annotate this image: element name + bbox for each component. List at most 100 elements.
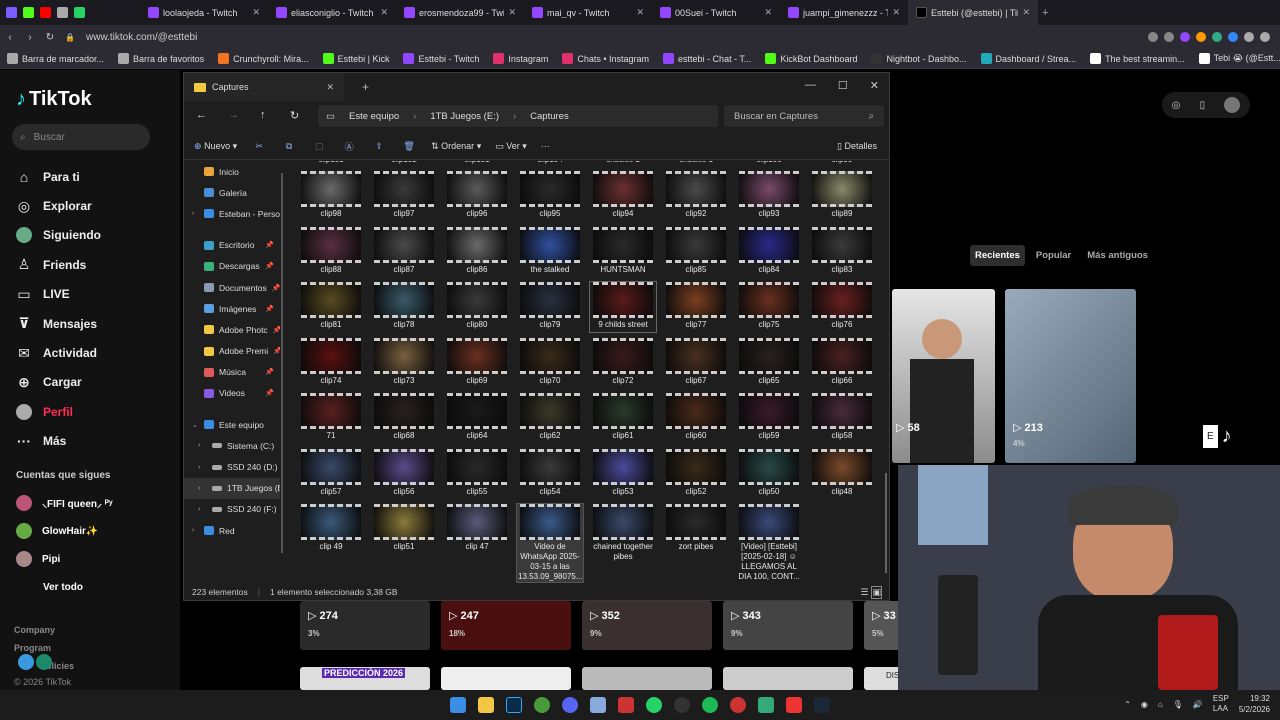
cut-icon[interactable]: ✂: [251, 141, 267, 152]
file-item[interactable]: clip69: [444, 337, 510, 388]
minimize-icon[interactable]: —: [805, 79, 816, 92]
widget-icon[interactable]: [36, 654, 52, 670]
bookmark[interactable]: Crunchyroll: Mira...: [211, 53, 316, 64]
bookmark[interactable]: Tebi 😭 (@Estt...: [1192, 53, 1280, 64]
bookmark[interactable]: Esttebi - Twitch: [396, 53, 486, 64]
extension-icon[interactable]: [1148, 32, 1158, 42]
close-tab-icon[interactable]: ✕: [326, 82, 334, 93]
file-item[interactable]: clip55: [444, 448, 510, 499]
photoshop-icon[interactable]: [506, 697, 522, 713]
video-thumbnail[interactable]: [723, 667, 853, 690]
file-item[interactable]: clip51: [371, 504, 437, 554]
nav-item[interactable]: ⌂ Para ti: [16, 162, 176, 191]
nav-pane-item[interactable]: Música 📌: [184, 362, 280, 383]
delete-icon[interactable]: 🗑: [401, 141, 417, 152]
lock-icon[interactable]: 🔒: [60, 33, 80, 42]
file-item[interactable]: clip58: [809, 393, 875, 443]
forward-icon[interactable]: ›: [20, 32, 40, 43]
tray-icon[interactable]: ◉: [1141, 700, 1148, 709]
discord-icon[interactable]: [562, 697, 578, 713]
refresh-icon[interactable]: ↻: [290, 109, 299, 122]
file-item[interactable]: clip97: [371, 171, 437, 221]
file-item[interactable]: clip81: [298, 282, 364, 332]
nav-pane-item[interactable]: ⌄ Este equipo: [184, 414, 280, 435]
file-item[interactable]: clip96: [444, 171, 510, 221]
nav-item[interactable]: Siguiendo: [16, 221, 176, 250]
close-tab-icon[interactable]: ✕: [380, 7, 388, 18]
avatar[interactable]: [1224, 97, 1241, 113]
filter-recent[interactable]: Recientes: [970, 245, 1025, 266]
file-item[interactable]: clip84: [736, 226, 802, 277]
app-icon[interactable]: [618, 697, 634, 713]
mail-icon[interactable]: [57, 7, 68, 18]
browser-tab[interactable]: mai_qv - Twitch ✕: [524, 0, 652, 25]
app-icon[interactable]: [758, 697, 774, 713]
breadcrumb-item[interactable]: Captures: [530, 111, 569, 122]
file-item[interactable]: clip103: [298, 161, 364, 165]
file-item[interactable]: clip99: [809, 161, 875, 165]
video-thumbnail[interactable]: ▷ 352 9%: [582, 601, 712, 650]
breadcrumb[interactable]: ▭ Este equipo › 1TB Juegos (E:) › Captures: [318, 105, 718, 127]
file-item[interactable]: clip52: [663, 448, 729, 499]
close-tab-icon[interactable]: ✕: [764, 7, 772, 18]
file-item[interactable]: clip54: [517, 448, 583, 499]
rename-icon[interactable]: Ⓐ: [341, 140, 357, 153]
nav-item[interactable]: ⊽ Mensajes: [16, 309, 176, 338]
file-item[interactable]: chuckie 1: [663, 161, 729, 165]
breadcrumb-item[interactable]: Este equipo: [349, 111, 399, 122]
nav-pane-item[interactable]: › SSD 240 (F:): [184, 499, 280, 520]
nav-scrollbar[interactable]: [281, 173, 283, 553]
nav-item[interactable]: ▭ LIVE: [16, 280, 176, 309]
youtube-icon[interactable]: [40, 7, 51, 18]
tiktok-app-icon[interactable]: [786, 697, 802, 713]
file-item[interactable]: clip95: [517, 171, 583, 221]
file-item[interactable]: clip70: [517, 337, 583, 388]
file-item[interactable]: clip60: [663, 393, 729, 443]
file-item[interactable]: clip76: [809, 282, 875, 332]
nav-pane-item[interactable]: Adobe Premi 📌: [184, 341, 280, 362]
thumbnail-view-icon[interactable]: ▣: [871, 586, 882, 599]
nav-pane-item[interactable]: Inicio: [184, 161, 280, 182]
chevron-icon[interactable]: ›: [198, 506, 200, 513]
filter-oldest[interactable]: Más antiguos: [1082, 245, 1153, 266]
explorer-search[interactable]: Buscar en Captures ⌕: [724, 105, 884, 127]
close-tab-icon[interactable]: ✕: [252, 7, 260, 18]
bookmark[interactable]: The best streamin...: [1083, 53, 1192, 64]
file-item[interactable]: clip104: [517, 161, 583, 165]
bookmark[interactable]: Barra de favoritos: [111, 53, 211, 64]
nav-pane-item[interactable]: › Sistema (C:): [184, 435, 280, 456]
see-all-link[interactable]: Ver todo: [43, 582, 203, 593]
following-account[interactable]: ⸜FIFI queen⸝ ᴾʸ: [16, 495, 176, 511]
more-icon[interactable]: ···: [541, 141, 550, 151]
new-button[interactable]: ⊕ Nuevo ▾: [194, 141, 237, 152]
share-icon[interactable]: ⇪: [371, 141, 387, 152]
paste-icon[interactable]: ▢: [311, 141, 327, 152]
breadcrumb-item[interactable]: 1TB Juegos (E:): [430, 111, 499, 122]
file-item[interactable]: clip53: [590, 448, 656, 499]
file-item[interactable]: clip65: [736, 337, 802, 388]
extension-icon[interactable]: [1228, 32, 1238, 42]
video-thumbnail[interactable]: ▷ 274 3%: [300, 601, 430, 650]
file-item[interactable]: clip88: [298, 226, 364, 277]
file-item[interactable]: clip98: [298, 171, 364, 221]
nav-item[interactable]: ··· Más: [16, 427, 176, 456]
file-item[interactable]: chuckie 2: [590, 161, 656, 165]
file-item[interactable]: HUNTSMAN: [590, 226, 656, 277]
widget-icon[interactable]: [18, 654, 34, 670]
file-item[interactable]: 9 childs street: [589, 281, 657, 333]
file-item[interactable]: clip102: [371, 161, 437, 165]
start-icon[interactable]: [450, 697, 466, 713]
filter-popular[interactable]: Popular: [1031, 245, 1076, 266]
spotify-icon[interactable]: [702, 697, 718, 713]
bookmark[interactable]: Esttebi | Kick: [316, 53, 397, 64]
nav-item[interactable]: ✉ Actividad: [16, 338, 176, 367]
bookmark[interactable]: Instagram: [486, 53, 555, 64]
puzzle-icon[interactable]: [1244, 32, 1254, 42]
bookmark[interactable]: Chats • Instagram: [555, 53, 656, 64]
file-item[interactable]: clip50: [736, 448, 802, 499]
close-tab-icon[interactable]: ✕: [508, 7, 516, 18]
app-icon[interactable]: [590, 697, 606, 713]
reload-icon[interactable]: ↻: [40, 32, 60, 43]
forward-icon[interactable]: →: [228, 109, 239, 121]
file-item[interactable]: clip72: [590, 337, 656, 388]
